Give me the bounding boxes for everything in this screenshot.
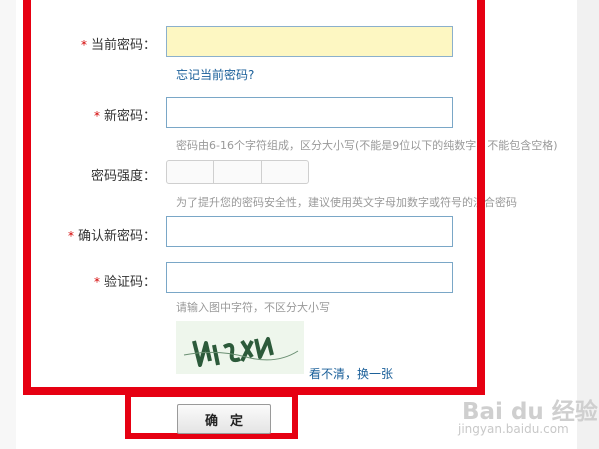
confirm-button[interactable]: 确定 — [177, 404, 271, 434]
baidu-jingyan-watermark-logo: Bai du 经验 — [462, 399, 598, 425]
watermark-url: jingyan.baidu.com — [458, 422, 569, 436]
right-background — [577, 0, 599, 449]
highlight-frame-form — [23, 0, 485, 395]
left-background — [0, 0, 16, 449]
